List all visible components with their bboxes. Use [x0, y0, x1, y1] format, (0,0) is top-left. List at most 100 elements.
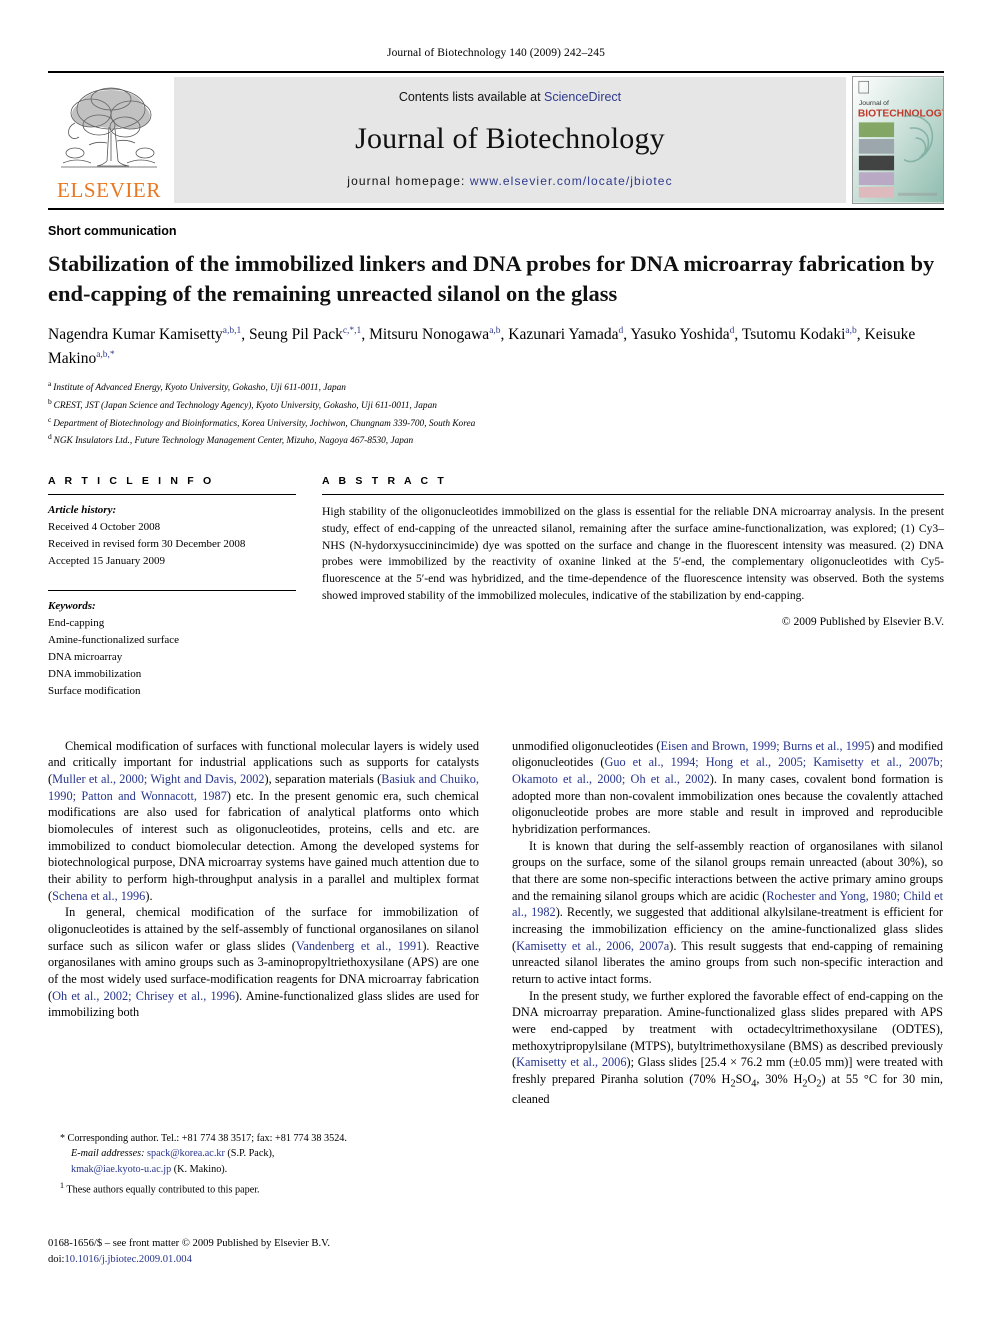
abstract-heading: A B S T R A C T: [322, 475, 447, 488]
author-affiliation-mark: a,b: [845, 326, 857, 337]
footnote-equal-contribution-text: These authors equally contributed to thi…: [66, 1184, 260, 1196]
homepage-prefix: journal homepage:: [347, 174, 470, 188]
footnote-equal-contribution: 1 These authors equally contributed to t…: [48, 1180, 479, 1198]
running-head: Journal of Biotechnology 140 (2009) 242–…: [387, 47, 605, 59]
svg-text:Journal of: Journal of: [859, 100, 889, 107]
body-paragraph: In general, chemical modification of the…: [48, 904, 479, 1021]
sciencedirect-link[interactable]: ScienceDirect: [544, 90, 621, 104]
article-history-items: Received 4 October 2008 Received in revis…: [48, 519, 296, 570]
journal-homepage-link[interactable]: www.elsevier.com/locate/jbiotec: [470, 174, 673, 188]
author-affiliation-mark: a,b,1: [222, 326, 242, 337]
svg-text:BIOTECHNOLOGY: BIOTECHNOLOGY: [858, 109, 943, 120]
body-column-right: unmodified oligonucleotides (Eisen and B…: [512, 738, 943, 1108]
author-affiliation-mark: a,b: [489, 326, 501, 337]
affiliation-text: NGK Insulators Ltd., Future Technology M…: [53, 436, 414, 447]
affiliation: d NGK Insulators Ltd., Future Technology…: [48, 431, 944, 449]
footnotes: * Corresponding author. Tel.: +81 774 38…: [48, 1131, 479, 1198]
author-affiliation-mark: a,b,*: [96, 349, 115, 360]
body-text: ) etc. In the present genomic era, such …: [48, 788, 479, 903]
article-history-item: Received 4 October 2008: [48, 521, 161, 534]
body-paragraph: Chemical modification of surfaces with f…: [48, 738, 479, 905]
imprint-frontmatter: 0168-1656/$ – see front matter © 2009 Pu…: [48, 1238, 331, 1249]
article-type: Short communication: [48, 224, 177, 238]
article-history-item: Accepted 15 January 2009: [48, 555, 165, 568]
citation-link[interactable]: Schena et al., 1996: [52, 889, 145, 903]
affiliation: b CREST, JST (Japan Science and Technolo…: [48, 396, 944, 414]
email-label: E-mail addresses:: [71, 1148, 145, 1160]
author-affiliation-mark: c,*,1: [342, 326, 362, 337]
keyword-item: DNA microarray: [48, 650, 123, 663]
doi-label: doi:: [48, 1253, 65, 1265]
affiliation-text: Department of Biotechnology and Bioinfor…: [53, 418, 476, 429]
citation-link[interactable]: Eisen and Brown, 1999; Burns et al., 199…: [660, 739, 870, 753]
author-list: Nagendra Kumar Kamisettya,b,1, Seung Pil…: [48, 326, 916, 367]
email-link-secondary[interactable]: kmak@iae.kyoto-u.ac.jp: [71, 1164, 171, 1175]
author-name: Mitsuru Nonogawa: [369, 326, 490, 344]
email-owner-primary: (S.P. Pack),: [227, 1148, 275, 1160]
article-history: Article history: Received 4 October 2008…: [48, 502, 296, 570]
imprint-doi-line: doi:10.1016/j.jbiotec.2009.01.004: [48, 1252, 488, 1268]
affiliation: a Institute of Advanced Energy, Kyoto Un…: [48, 378, 944, 396]
citation-link[interactable]: Oh et al., 2002; Chrisey et al., 1996: [52, 989, 235, 1003]
contents-prefix: Contents lists available at: [398, 90, 545, 104]
imprint: 0168-1656/$ – see front matter © 2009 Pu…: [48, 1236, 488, 1268]
sciencedirect-banner: Contents lists available at ScienceDirec…: [174, 77, 846, 203]
author-name: Seung Pil Pack: [248, 326, 343, 344]
article-info-column: A R T I C L E I N F O Article history: R…: [48, 475, 296, 699]
article-history-label: Article history:: [48, 504, 117, 517]
author-name: Tsutomu Kodaki: [741, 326, 846, 344]
citation-link[interactable]: Vandenberg et al., 1991: [296, 939, 422, 953]
author-name: Kazunari Yamada: [508, 326, 619, 344]
abstract-copyright: © 2009 Published by Elsevier B.V.: [781, 615, 944, 629]
affiliation-text: Institute of Advanced Energy, Kyoto Univ…: [53, 383, 346, 394]
keywords: Keywords: End-capping Amine-functionalize…: [48, 598, 296, 700]
email-owner-secondary: (K. Makino).: [173, 1163, 228, 1175]
author-name: Nagendra Kumar Kamisetty: [48, 326, 223, 344]
page-title: Stabilization of the immobilized linkers…: [48, 251, 935, 306]
author-affiliation-mark: d: [618, 326, 624, 337]
footnote-corresponding-author: * Corresponding author. Tel.: +81 774 38…: [48, 1131, 479, 1177]
citation-link[interactable]: Kamisetty et al., 2006: [516, 1055, 626, 1069]
keywords-items: End-capping Amine-functionalized surface D…: [48, 615, 296, 700]
author-name: Yasuko Yoshida: [630, 326, 730, 344]
affiliation: c Department of Biotechnology and Bioinf…: [48, 414, 944, 432]
body-text: unmodified oligonucleotides (: [512, 738, 661, 753]
contents-available-line: Contents lists available at ScienceDirec…: [399, 90, 621, 104]
doi-link[interactable]: 10.1016/j.jbiotec.2009.01.004: [64, 1254, 191, 1265]
article-page: Journal of Biotechnology 140 (2009) 242–…: [0, 0, 992, 1323]
body-paragraph: unmodified oligonucleotides (Eisen and B…: [512, 738, 943, 838]
elsevier-logo: ELSEVIER: [48, 77, 170, 203]
email-link-primary[interactable]: spack@korea.ac.kr: [147, 1148, 225, 1159]
journal-title: Journal of Biotechnology: [355, 122, 665, 155]
elsevier-tree-icon: [61, 87, 157, 168]
footnote-corresponding-text: Corresponding author. Tel.: +81 774 38 3…: [67, 1133, 347, 1144]
abstract-text: High stability of the oligonucleotides i…: [322, 505, 944, 602]
body-paragraph: It is known that during the self-assembl…: [512, 838, 943, 988]
divider: [322, 494, 944, 496]
journal-masthead: ELSEVIER Contents lists available at Sci…: [48, 71, 944, 210]
body-text: ).: [145, 888, 153, 903]
affiliation-list: a Institute of Advanced Energy, Kyoto Un…: [48, 378, 944, 449]
divider: [48, 494, 296, 496]
body-text: SO: [735, 1071, 752, 1086]
body-columns: Chemical modification of surfaces with f…: [48, 738, 944, 1108]
article-info-heading: A R T I C L E I N F O: [48, 475, 215, 488]
body-column-left: Chemical modification of surfaces with f…: [48, 738, 479, 1108]
body-text: , 30% H: [756, 1071, 803, 1086]
keyword-item: Surface modification: [48, 684, 141, 697]
cover-art: Journal of BIOTECHNOLOGY: [853, 77, 943, 203]
footnote-marker-1: 1: [60, 1180, 64, 1190]
keyword-item: Amine-functionalized surface: [48, 633, 180, 646]
citation-link[interactable]: Kamisetty et al., 2006, 2007a: [516, 939, 669, 953]
keyword-item: DNA immobilization: [48, 667, 142, 680]
body-text: ), separation materials (: [264, 772, 382, 787]
journal-cover-thumbnail: Journal of BIOTECHNOLOGY: [852, 76, 944, 204]
keywords-label: Keywords:: [48, 599, 96, 612]
abstract-column: A B S T R A C T High stability of the ol…: [322, 475, 944, 699]
citation-link[interactable]: Muller et al., 2000; Wight and Davis, 20…: [52, 772, 264, 786]
body-paragraph: In the present study, we further explore…: [512, 988, 943, 1108]
article-history-item: Received in revised form 30 December 200…: [48, 538, 246, 551]
keyword-item: End-capping: [48, 616, 105, 629]
info-abstract-row: A R T I C L E I N F O Article history: R…: [48, 475, 944, 699]
author-affiliation-mark: d: [729, 326, 735, 337]
